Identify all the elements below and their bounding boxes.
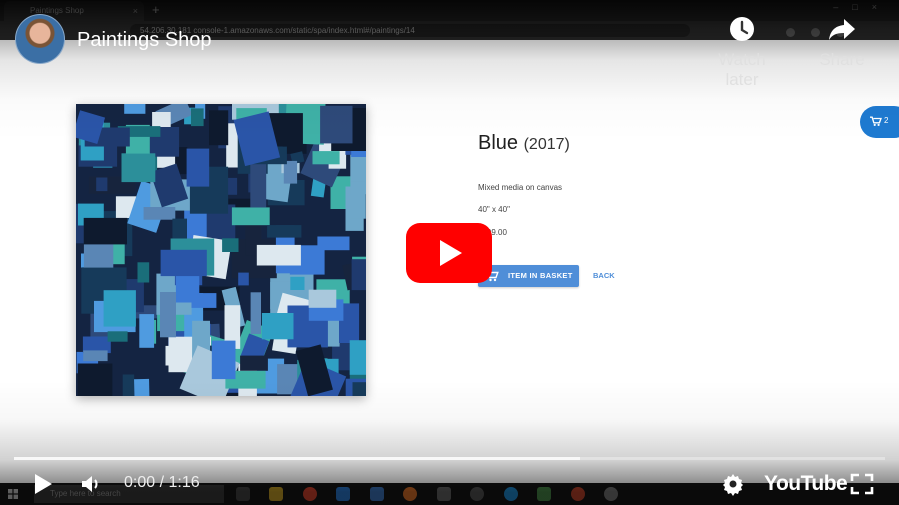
tab-close-icon[interactable]: × bbox=[133, 1, 138, 21]
back-button[interactable]: BACK bbox=[593, 271, 615, 281]
basket-fab-button[interactable]: 2 bbox=[860, 106, 899, 138]
basket-count-badge: 2 bbox=[884, 116, 889, 125]
fullscreen-icon[interactable] bbox=[850, 473, 874, 495]
app-icon[interactable] bbox=[570, 487, 585, 501]
share-button[interactable]: Share bbox=[802, 14, 882, 70]
youtube-logo[interactable]: YouTube bbox=[764, 472, 848, 496]
task-view-icon[interactable] bbox=[236, 487, 250, 501]
youtube-play-button[interactable] bbox=[406, 223, 492, 283]
painting-size: 40" x 40" bbox=[478, 205, 510, 214]
video-frame[interactable]: Paintings Shop × + ‒□× 54.206.30.181 con… bbox=[0, 0, 899, 505]
new-tab-button[interactable]: + bbox=[152, 1, 160, 19]
app-icon[interactable] bbox=[403, 487, 418, 501]
share-arrow-icon bbox=[829, 19, 855, 40]
app-icon[interactable] bbox=[603, 487, 618, 501]
watch-later-label: Watch later bbox=[718, 50, 766, 89]
windows-start-icon[interactable] bbox=[8, 489, 18, 499]
chrome-icon[interactable] bbox=[302, 487, 317, 501]
video-title[interactable]: Paintings Shop bbox=[77, 27, 212, 53]
app-icon[interactable] bbox=[537, 487, 552, 501]
window-controls[interactable]: ‒□× bbox=[833, 2, 891, 12]
volume-icon[interactable] bbox=[80, 472, 104, 496]
painting-year: (2017) bbox=[523, 136, 570, 153]
abstract-blue-collage bbox=[76, 104, 366, 396]
app-icon[interactable] bbox=[436, 487, 451, 501]
painting-image bbox=[76, 104, 366, 396]
channel-avatar[interactable] bbox=[15, 14, 65, 64]
painting-title: Blue (2017) bbox=[478, 131, 570, 157]
extension-icon[interactable] bbox=[786, 28, 795, 37]
progress-buffered bbox=[14, 457, 581, 460]
item-in-basket-button[interactable]: ITEM IN BASKET bbox=[478, 265, 579, 287]
play-icon[interactable] bbox=[32, 472, 54, 496]
basket-button-label: ITEM IN BASKET bbox=[508, 271, 573, 280]
file-explorer-icon[interactable] bbox=[269, 487, 284, 501]
clock-icon bbox=[730, 17, 754, 41]
taskbar-apps bbox=[236, 487, 633, 505]
url-field[interactable]: 54.206.30.181 console-1.amazonaws.com/st… bbox=[130, 24, 690, 37]
settings-gear-icon[interactable] bbox=[721, 472, 745, 496]
watch-later-button[interactable]: Watch later bbox=[702, 14, 782, 90]
share-label: Share bbox=[819, 50, 865, 69]
edge-icon[interactable] bbox=[503, 487, 518, 501]
time-display: 0:00 / 1:16 bbox=[124, 474, 200, 491]
cart-icon bbox=[870, 116, 882, 127]
app-icon[interactable] bbox=[470, 487, 485, 501]
progress-bar[interactable] bbox=[14, 457, 885, 460]
store-icon[interactable] bbox=[369, 487, 384, 501]
painting-name: Blue bbox=[478, 132, 519, 154]
painting-medium: Mixed media on canvas bbox=[478, 183, 563, 192]
vscode-icon[interactable] bbox=[336, 487, 351, 501]
